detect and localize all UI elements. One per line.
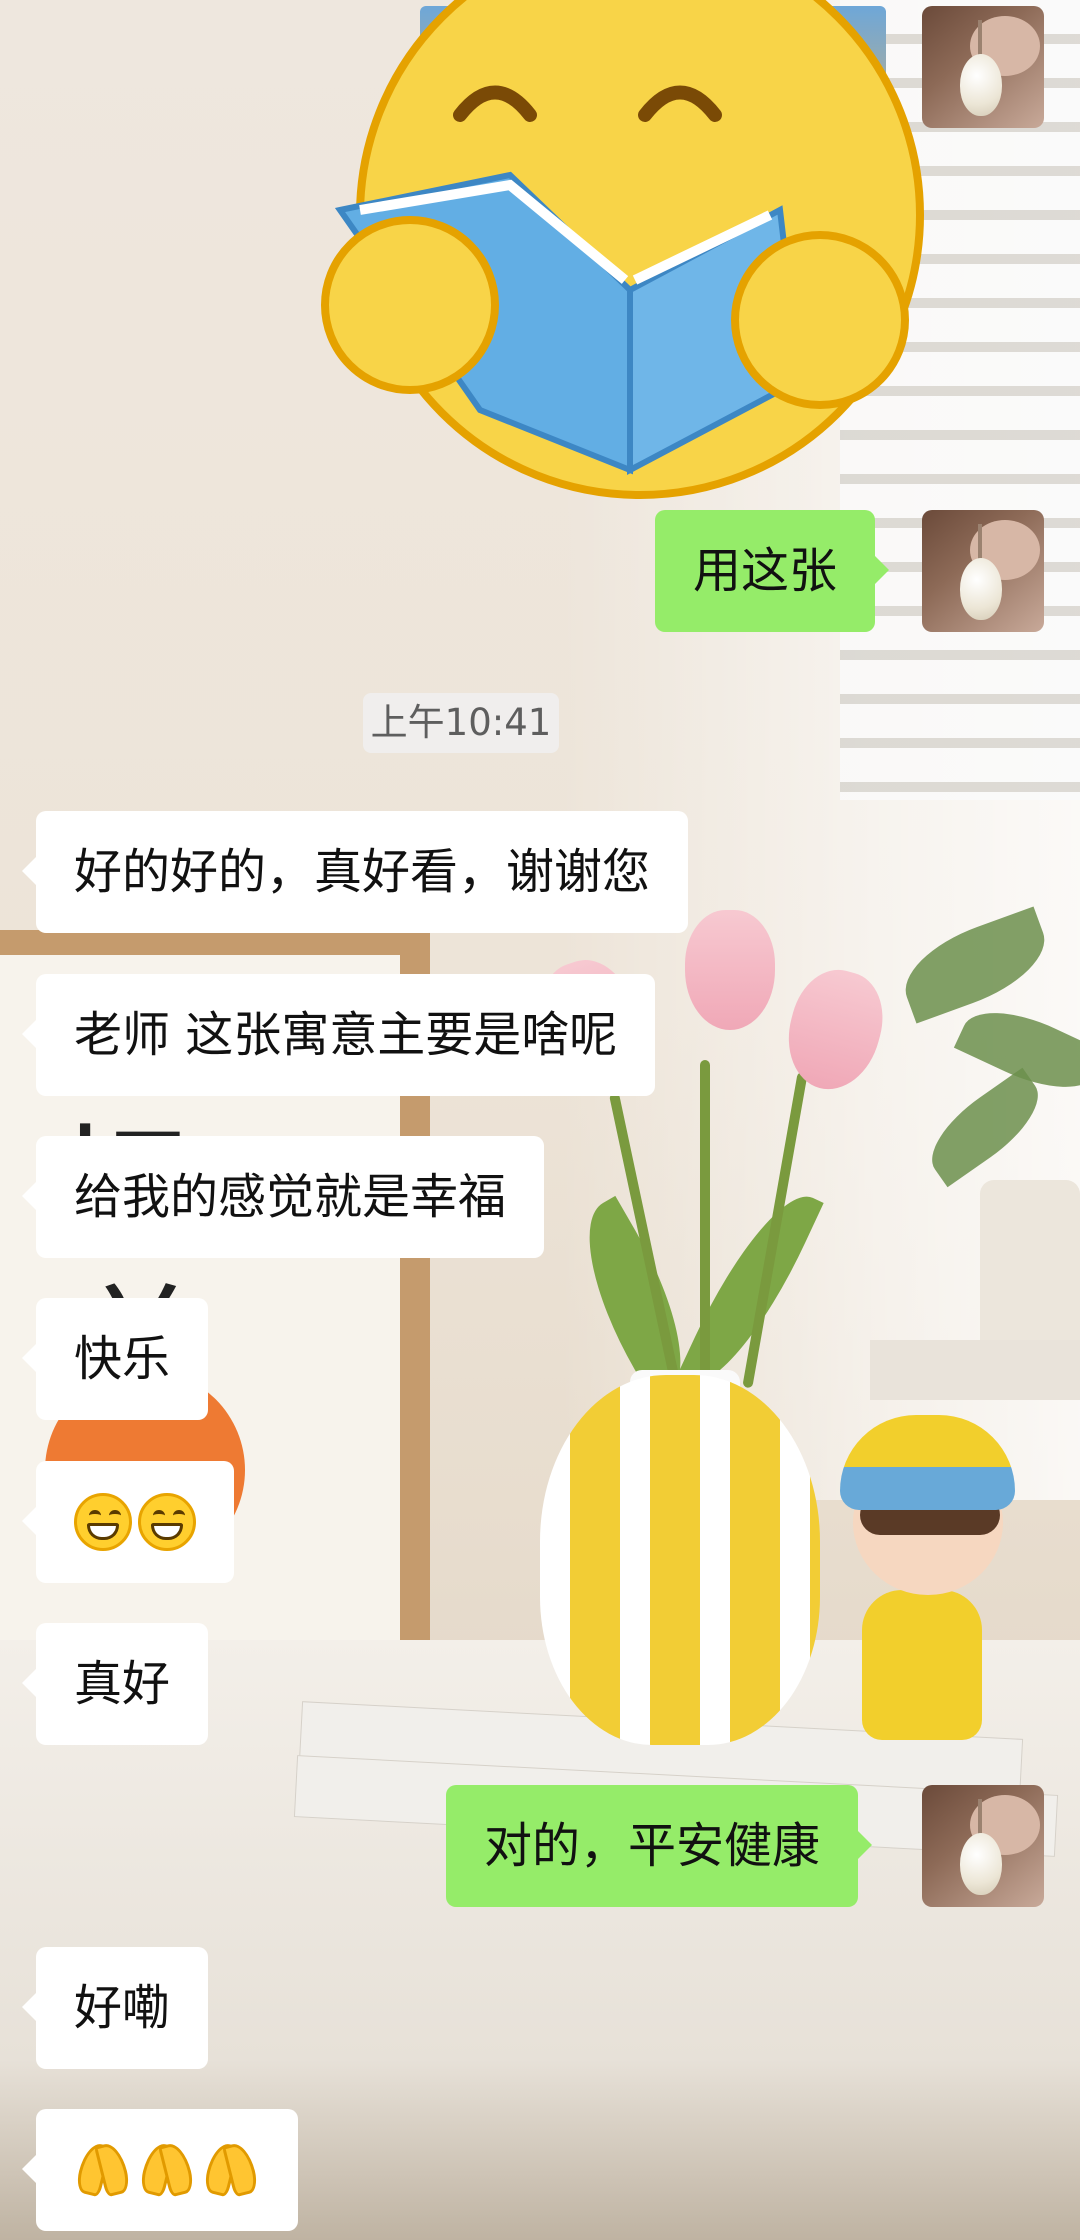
message-bubble-incoming[interactable] — [22, 1461, 234, 1583]
folded-hands-icon — [202, 2140, 260, 2199]
my-avatar[interactable] — [922, 1785, 1044, 1907]
reading-book-emoji-sticker[interactable] — [310, 0, 940, 560]
message-bubble-incoming[interactable]: 好嘞 — [21, 1947, 209, 2069]
my-avatar[interactable] — [922, 6, 1044, 128]
message-bubble-outgoing[interactable]: 用这张 — [655, 510, 890, 632]
message-timestamp: 上午10:41 — [363, 693, 559, 753]
folded-hands-icon — [74, 2140, 132, 2199]
message-bubble-incoming[interactable]: 好的好的，真好看，谢谢您 — [21, 811, 689, 933]
grinning-face-icon — [74, 1493, 132, 1551]
message-bubble-incoming[interactable]: 真好 — [21, 1623, 209, 1745]
message-bubble-outgoing[interactable]: 对的，平安健康 — [446, 1785, 873, 1907]
my-avatar[interactable] — [922, 510, 1044, 632]
message-bubble-incoming[interactable]: 老师 这张寓意主要是啥呢 — [21, 974, 656, 1096]
message-bubble-incoming[interactable]: 快乐 — [21, 1298, 209, 1420]
message-bubble-incoming[interactable] — [22, 2109, 298, 2231]
message-bubble-incoming[interactable]: 给我的感觉就是幸福 — [21, 1136, 545, 1258]
grinning-face-icon — [138, 1493, 196, 1551]
folded-hands-icon — [138, 2140, 196, 2199]
